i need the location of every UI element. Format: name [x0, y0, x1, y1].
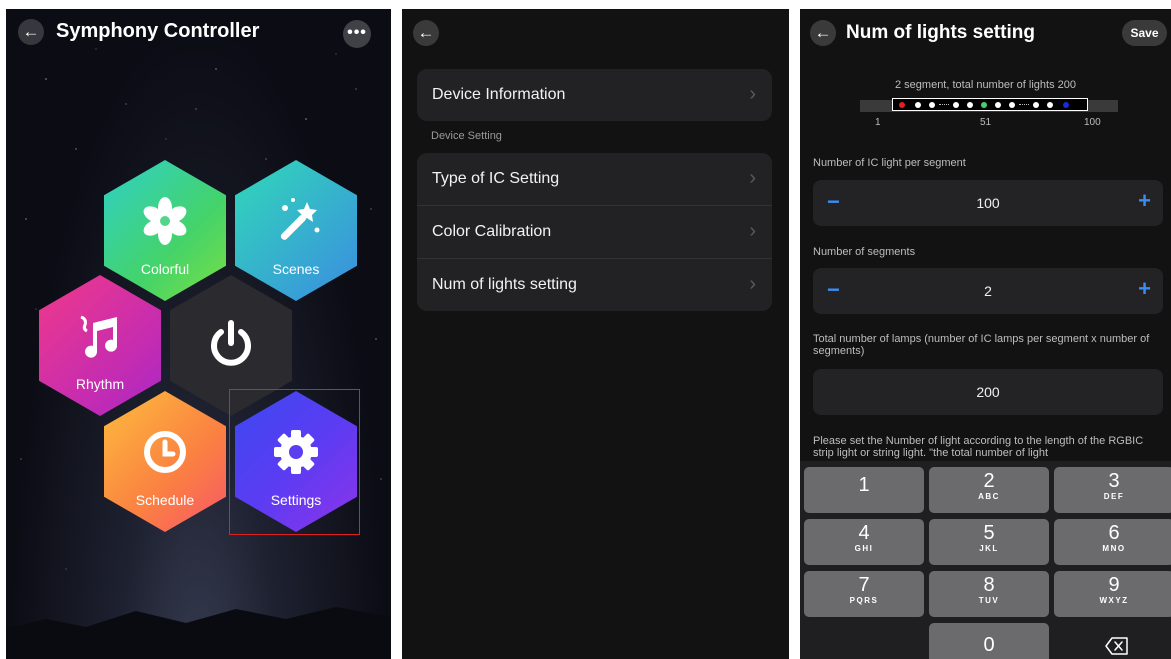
color-calibration-label: Color Calibration — [432, 223, 552, 240]
segment-dot — [1047, 102, 1053, 108]
page-title: Symphony Controller — [56, 20, 260, 42]
page-title: Num of lights setting — [846, 22, 1035, 43]
segment-dot — [899, 102, 905, 108]
flower-icon — [104, 194, 226, 248]
segment-dot — [929, 102, 935, 108]
key-digit: 7 — [858, 574, 870, 596]
schedule-label: Schedule — [135, 492, 195, 508]
magic-wand-icon — [235, 194, 357, 248]
segment-dot — [1033, 102, 1039, 108]
back-button[interactable]: ← — [413, 20, 439, 46]
key-letters: TUV — [978, 596, 1000, 605]
scenes-label: Scenes — [272, 261, 320, 277]
key-6[interactable]: 6 MNO — [1054, 519, 1171, 565]
power-icon — [170, 317, 292, 371]
total-lamps-label: Total number of lamps (number of IC lamp… — [813, 333, 1150, 357]
key-digit: 3 — [1108, 470, 1120, 492]
chevron-right-icon: › — [749, 273, 756, 295]
device-information-label: Device Information — [432, 86, 566, 103]
key-5[interactable]: 5 JKL — [929, 519, 1049, 565]
key-1[interactable]: 1 — [804, 467, 924, 513]
segment-dot — [915, 102, 921, 108]
mountain-silhouette — [6, 607, 391, 659]
key-digit: 6 — [1108, 522, 1120, 544]
segments-value[interactable]: 2 — [813, 283, 1163, 299]
key-8[interactable]: 8 TUV — [929, 571, 1049, 617]
segment-gap — [1019, 104, 1029, 106]
chevron-right-icon: › — [749, 83, 756, 105]
key-9[interactable]: 9 WXYZ — [1054, 571, 1171, 617]
key-7[interactable]: 7 PQRS — [804, 571, 924, 617]
increment-button[interactable]: + — [1138, 278, 1151, 300]
key-digit: 9 — [1108, 574, 1120, 596]
num-of-lights-setting-screen: ← Num of lights setting Save 2 segment, … — [800, 9, 1171, 659]
chevron-right-icon: › — [749, 167, 756, 189]
ic-per-segment-stepper: − 100 + — [813, 180, 1163, 226]
key-0[interactable]: 0 — [929, 623, 1049, 659]
key-letters: ABC — [978, 492, 1000, 501]
colorful-label: Colorful — [140, 261, 190, 277]
key-digit: 0 — [983, 634, 995, 656]
clock-icon — [104, 425, 226, 479]
type-of-ic-setting-label: Type of IC Setting — [432, 170, 560, 187]
key-4[interactable]: 4 GHI — [804, 519, 924, 565]
device-setting-card: Type of IC Setting › Color Calibration ›… — [417, 153, 772, 311]
device-setting-section-label: Device Setting — [431, 130, 502, 142]
segment-dot — [953, 102, 959, 108]
segment-dot — [967, 102, 973, 108]
key-letters: JKL — [979, 544, 999, 553]
tick-label: 100 — [1084, 117, 1101, 128]
symphony-controller-screen: ← Symphony Controller ••• Colorful Scene… — [6, 9, 391, 659]
key-digit: 4 — [858, 522, 870, 544]
chevron-right-icon: › — [749, 220, 756, 242]
save-button[interactable]: Save — [1122, 20, 1167, 46]
backspace-icon — [1105, 637, 1128, 655]
more-options-button[interactable]: ••• — [343, 20, 371, 48]
key-digit: 2 — [983, 470, 995, 492]
total-lamps-value: 200 — [976, 384, 1000, 400]
rhythm-label: Rhythm — [75, 376, 125, 392]
total-lamps-field: 200 — [813, 369, 1163, 415]
key-digit: 1 — [858, 474, 870, 496]
key-letters: DEF — [1103, 492, 1125, 501]
increment-button[interactable]: + — [1138, 190, 1151, 212]
segments-stepper: − 2 + — [813, 268, 1163, 314]
key-2[interactable]: 2 ABC — [929, 467, 1049, 513]
help-text: Please set the Number of light according… — [813, 435, 1144, 459]
segment-preview-bar — [860, 98, 1118, 112]
key-digit: 5 — [983, 522, 995, 544]
key-letters: MNO — [1102, 544, 1126, 553]
key-digit: 8 — [983, 574, 995, 596]
settings-screen: ← Device Information › Device Setting Ty… — [402, 9, 789, 659]
key-letters: WXYZ — [1099, 596, 1129, 605]
ic-per-segment-value[interactable]: 100 — [813, 195, 1163, 211]
segment-dot — [1009, 102, 1015, 108]
back-button[interactable]: ← — [18, 19, 44, 45]
device-information-row[interactable]: Device Information › — [417, 69, 772, 121]
color-calibration-row[interactable]: Color Calibration › — [417, 205, 772, 258]
device-information-card: Device Information › — [417, 69, 772, 121]
back-button[interactable]: ← — [810, 20, 836, 46]
key-letters: GHI — [854, 544, 874, 553]
numeric-keypad: 1 2 ABC 3 DEF 4 GHI 5 JKL 6 MNO 7 PQRS 8… — [800, 461, 1171, 659]
type-of-ic-setting-row[interactable]: Type of IC Setting › — [417, 153, 772, 205]
backspace-key[interactable] — [1054, 623, 1171, 659]
key-letters: PQRS — [849, 596, 879, 605]
segments-label: Number of segments — [813, 246, 916, 258]
tick-label: 51 — [980, 117, 992, 128]
key-3[interactable]: 3 DEF — [1054, 467, 1171, 513]
segment-gap — [939, 104, 949, 106]
tick-label: 1 — [875, 117, 881, 128]
segment-dot — [1063, 102, 1069, 108]
music-note-icon — [39, 309, 161, 363]
ic-per-segment-label: Number of IC light per segment — [813, 157, 966, 169]
num-of-lights-setting-row[interactable]: Num of lights setting › — [417, 258, 772, 311]
segment-dot — [981, 102, 987, 108]
selection-highlight — [229, 389, 360, 535]
segment-dot — [995, 102, 1001, 108]
segment-caption: 2 segment, total number of lights 200 — [895, 79, 1076, 91]
num-of-lights-setting-label: Num of lights setting — [432, 276, 577, 293]
segment-frame — [892, 98, 1088, 111]
